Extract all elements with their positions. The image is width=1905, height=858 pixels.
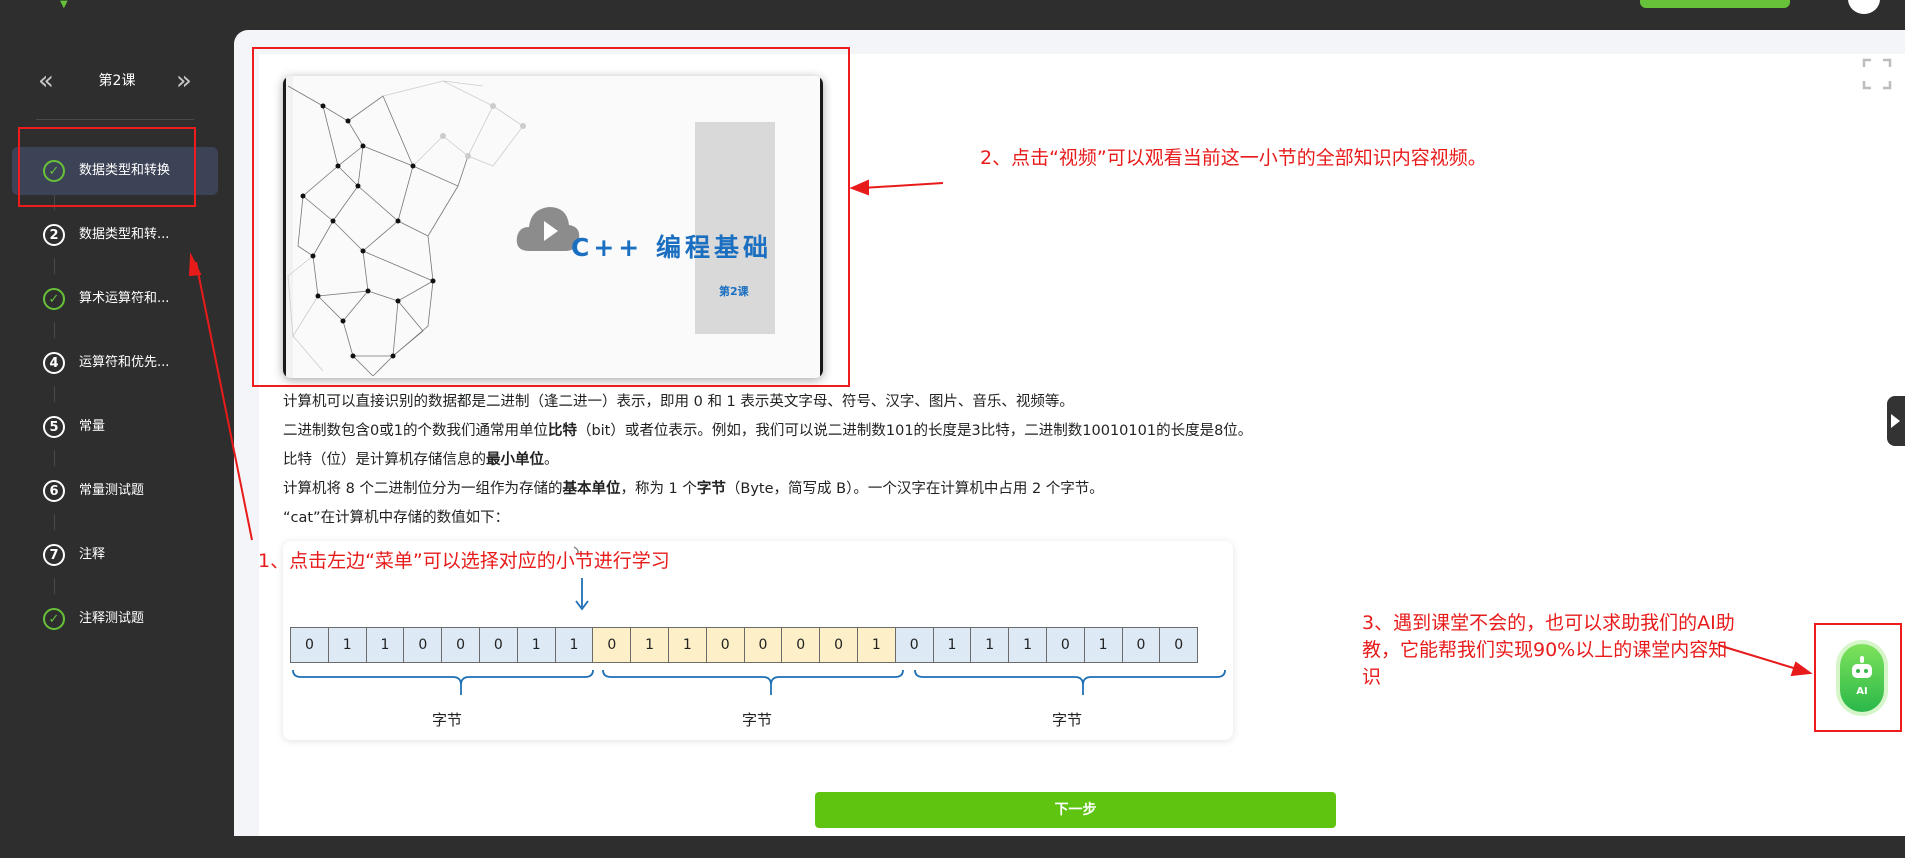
logo-icon: ▼	[60, 0, 68, 10]
avatar[interactable]	[1848, 0, 1880, 14]
highlight: 字节	[696, 481, 726, 497]
connector	[54, 578, 55, 594]
text: ，称为 1 个	[620, 481, 697, 497]
annotation-video-text: 2、点击“视频”可以观看当前这一小节的全部知识内容视频。	[980, 147, 1487, 169]
number-circle-icon: 4	[43, 352, 65, 374]
top-bar: ▼	[0, 0, 1905, 27]
sidebar-item-label: 算术运算符和...	[79, 291, 170, 306]
connector	[54, 386, 55, 402]
bottom-bar	[0, 836, 1905, 858]
byte-label: 字节	[741, 711, 772, 729]
text: 。	[544, 452, 559, 468]
lesson-switcher: 第2课 « »	[0, 63, 234, 99]
highlight: 比特	[547, 423, 577, 439]
sidebar-item-5[interactable]: 5 常量	[12, 403, 218, 451]
connector	[54, 258, 55, 274]
number-circle-icon: 5	[43, 416, 65, 438]
connector	[54, 450, 55, 466]
highlight: 基本单位	[562, 481, 621, 497]
annotation-box-ai	[1814, 623, 1902, 732]
sidebar-item-4[interactable]: 4 运算符和优先...	[12, 339, 218, 387]
sidebar-item-label: 注释测试题	[79, 611, 145, 626]
paragraph: 计算机可以直接识别的数据都是二进制（逢二进一）表示，即用 0 和 1 表示英文字…	[283, 388, 1383, 417]
text: 比特（位）是计算机存储信息的	[283, 452, 486, 468]
text: 计算机可以直接识别的数据都是二进制（逢二进一）表示，即用 0 和 1 表示英文字…	[283, 394, 1074, 410]
collapse-panel-button[interactable]	[1887, 396, 1905, 446]
byte-label: 字节	[1051, 711, 1082, 729]
text: 二进制数包含0或1的个数我们通常用单位	[283, 423, 548, 439]
lesson-text: 计算机可以直接识别的数据都是二进制（逢二进一）表示，即用 0 和 1 表示英文字…	[283, 388, 1383, 533]
annotation-box-menu	[18, 127, 196, 207]
lesson-title: 第2课	[98, 73, 136, 89]
number-circle-icon: 7	[43, 544, 65, 566]
connector	[54, 514, 55, 530]
next-lesson-button[interactable]: »	[176, 63, 192, 99]
sidebar-item-7[interactable]: 7 注释	[12, 531, 218, 579]
next-step-button[interactable]: 下一步	[815, 792, 1336, 828]
top-action-button[interactable]	[1640, 0, 1790, 8]
divider	[36, 119, 194, 120]
sidebar-item-label: 数据类型和转...	[79, 227, 170, 242]
check-circle-icon: ✓	[43, 288, 65, 310]
annotation-menu-text: 1、点击左边“菜单”可以选择对应的小节进行学习	[258, 550, 670, 572]
highlight: 最小单位	[486, 452, 544, 468]
sidebar-item-2[interactable]: 2 数据类型和转...	[12, 211, 218, 259]
paragraph: 二进制数包含0或1的个数我们通常用单位比特（bit）或者位表示。例如，我们可以说…	[283, 417, 1383, 446]
sidebar-item-3[interactable]: ✓ 算术运算符和...	[12, 275, 218, 323]
sidebar-item-label: 运算符和优先...	[79, 355, 170, 370]
paragraph: 比特（位）是计算机存储信息的最小单位。	[283, 446, 1383, 475]
number-circle-icon: 6	[43, 480, 65, 502]
paragraph: “cat”在计算机中存储的数值如下：	[283, 504, 1383, 533]
sidebar-item-label: 注释	[79, 547, 106, 562]
annotation-box-video	[252, 47, 850, 387]
number-circle-icon: 2	[43, 224, 65, 246]
sidebar-item-label: 常量测试题	[79, 483, 145, 498]
sidebar-item-8[interactable]: ✓ 注释测试题	[12, 595, 218, 643]
text: （bit）或者位表示。例如，我们可以说二进制数101的长度是3比特，二进制数10…	[576, 423, 1253, 439]
sidebar-item-label: 常量	[79, 419, 106, 434]
annotation-ai-text: 3、遇到课堂不会的，也可以求助我们的AI助教，它能帮我们实现90%以上的课堂内容…	[1362, 612, 1735, 688]
sidebar-item-6[interactable]: 6 常量测试题	[12, 467, 218, 515]
check-circle-icon: ✓	[43, 608, 65, 630]
text: “cat”在计算机中存储的数值如下：	[283, 510, 510, 526]
triangle-right-icon	[1891, 414, 1900, 428]
text: 计算机将 8 个二进制位分为一组作为存储的	[283, 481, 563, 497]
paragraph: 计算机将 8 个二进制位分为一组作为存储的基本单位，称为 1 个字节（Byte，…	[283, 475, 1383, 504]
connector	[54, 322, 55, 338]
text: （Byte，简写成 B）。一个汉字在计算机中占用 2 个字节。	[725, 481, 1104, 497]
byte-label: 字节	[431, 711, 462, 729]
fullscreen-icon[interactable]	[1862, 57, 1892, 91]
prev-lesson-button[interactable]: «	[38, 63, 54, 99]
